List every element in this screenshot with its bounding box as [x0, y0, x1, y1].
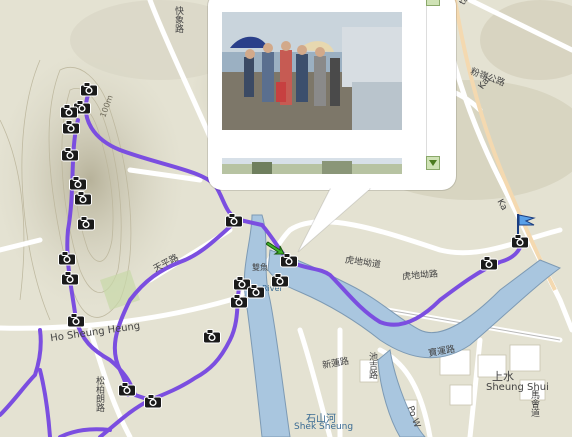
camera-icon[interactable] [247, 284, 265, 299]
road-label-kaiyik: 快象路 [173, 6, 183, 33]
photo-river-image [222, 158, 402, 174]
end-marker[interactable] [514, 212, 536, 239]
camera-icon[interactable] [80, 82, 98, 97]
camera-icon[interactable] [58, 251, 76, 266]
start-marker[interactable] [265, 240, 286, 261]
bridge-label: 雙魚 [252, 263, 268, 272]
popup-scrollbar[interactable] [426, 6, 441, 156]
camera-icon[interactable] [62, 120, 80, 135]
road-label-chi-wo: 池吉路 [367, 352, 377, 379]
road-label-right-vert: 馬會道 [529, 390, 539, 417]
map-view[interactable]: 100m 快象路 tam Kai Ka 天平路 虎地坳道 Ho Sheung H… [0, 0, 572, 437]
scroll-down-button[interactable] [426, 156, 440, 170]
flag-icon [517, 214, 536, 234]
camera-icon[interactable] [144, 394, 162, 409]
river-label-en: Shek Sheung [294, 422, 354, 432]
camera-icon[interactable] [61, 271, 79, 286]
camera-icon[interactable] [271, 273, 289, 288]
chevron-down-icon [429, 160, 437, 166]
photo-hikers-image [222, 12, 402, 130]
camera-icon[interactable] [230, 294, 248, 309]
camera-icon[interactable] [225, 213, 243, 228]
camera-icon[interactable] [480, 256, 498, 271]
camera-icon[interactable] [77, 216, 95, 231]
camera-icon[interactable] [118, 382, 136, 397]
camera-icon[interactable] [67, 313, 85, 328]
camera-icon[interactable] [60, 104, 78, 119]
camera-icon[interactable] [203, 329, 221, 344]
camera-icon[interactable] [74, 191, 92, 206]
camera-icon[interactable] [61, 147, 79, 162]
popup-photo-1[interactable] [222, 12, 402, 130]
camera-icon[interactable] [69, 176, 87, 191]
photo-popup[interactable] [208, 0, 456, 190]
road-label-left-vert: 松柏朗路 [94, 376, 104, 412]
green-arrow-icon [265, 241, 285, 255]
popup-photo-2[interactable] [222, 158, 402, 174]
